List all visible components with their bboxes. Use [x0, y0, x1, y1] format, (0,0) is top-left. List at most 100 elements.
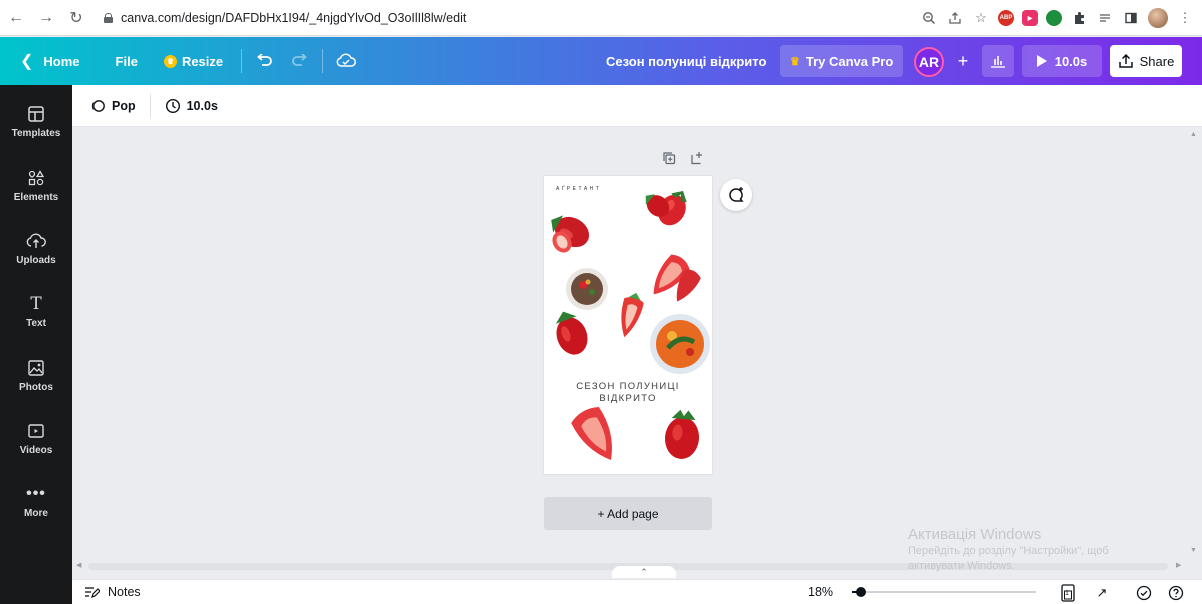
editor-footer: Notes 18% 1 ↗: [72, 579, 1202, 604]
try-canva-pro-button[interactable]: ♛ Try Canva Pro: [780, 45, 904, 77]
fullscreen-icon[interactable]: ↗: [1092, 583, 1112, 603]
sidebar-label: Text: [26, 317, 46, 329]
crown-icon: ♛: [790, 55, 800, 68]
play-button[interactable]: 10.0s: [1022, 45, 1102, 77]
resize-button[interactable]: ♛ Resize: [156, 45, 231, 77]
add-collaborator-icon[interactable]: +: [950, 47, 976, 75]
sidebar-item-text[interactable]: T Text: [0, 283, 72, 339]
duration-button[interactable]: 10.0s: [159, 94, 224, 118]
zoom-slider-handle[interactable]: [856, 587, 867, 597]
divider: [149, 93, 151, 118]
sidebar-label: Videos: [19, 444, 53, 456]
upload-icon: [1118, 53, 1133, 68]
profile-avatar[interactable]: [1148, 8, 1168, 28]
sidebar-item-videos[interactable]: Videos: [0, 410, 72, 466]
redo-icon[interactable]: [286, 48, 312, 74]
divider: [322, 49, 324, 73]
star-icon[interactable]: ☆: [972, 9, 990, 27]
sidebar-label: Templates: [11, 127, 61, 139]
add-page-button[interactable]: + Add page: [544, 497, 712, 530]
soup-bowl-image: [566, 268, 608, 310]
sidebar-item-elements[interactable]: Elements: [0, 157, 72, 213]
design-caption[interactable]: СЕЗОН ПОЛУНИЦІ ВІДКРИТО: [544, 381, 712, 405]
add-page-icon[interactable]: [690, 151, 704, 165]
scroll-up-icon[interactable]: ▲: [1190, 131, 1197, 138]
help-icon[interactable]: [1166, 583, 1186, 603]
insights-button[interactable]: [982, 45, 1014, 77]
expand-pages-button[interactable]: ⌃: [612, 566, 676, 578]
play-duration: 10.0s: [1054, 53, 1088, 69]
back-arrow-icon[interactable]: ←: [6, 8, 26, 28]
page-count-button[interactable]: 1: [1058, 583, 1078, 603]
page-tools: [662, 151, 704, 165]
resize-label: Resize: [181, 53, 224, 69]
uploads-icon: [25, 231, 47, 251]
reload-icon[interactable]: ↻: [66, 8, 86, 28]
video-ext-icon[interactable]: ▶: [1022, 10, 1038, 26]
divider: [241, 49, 243, 73]
zoom-level[interactable]: 18%: [808, 585, 833, 599]
duplicate-page-icon[interactable]: [662, 151, 676, 165]
comment-plus-icon: [729, 187, 744, 202]
sidebar-label: Elements: [13, 191, 59, 203]
file-menu-button[interactable]: File: [108, 45, 146, 77]
share-button[interactable]: Share: [1110, 45, 1182, 77]
share-icon[interactable]: [946, 9, 964, 27]
design-title[interactable]: Сезон полуниці відкрито: [600, 45, 772, 77]
cloud-saved-icon[interactable]: [333, 48, 359, 74]
menu-icon[interactable]: ⋮: [1176, 9, 1194, 27]
caption-line-1: СЕЗОН ПОЛУНИЦІ: [576, 381, 680, 392]
check-circle-icon[interactable]: [1134, 583, 1154, 603]
strawberry-half-image: [571, 406, 612, 460]
templates-icon: [25, 104, 47, 124]
home-label: Home: [43, 53, 80, 69]
bar-chart-icon: [991, 56, 1005, 68]
address-url: canva.com/design/DAFDbHx1I94/_4njgdYlvOd…: [121, 11, 467, 25]
canvas-area[interactable]: АҐРЕТАНТ СЕЗОН ПОЛУНИЦІ ВІДКРИТО + Add p…: [72, 127, 1186, 573]
side-panel-icon[interactable]: [1122, 9, 1140, 27]
lock-icon: [104, 13, 113, 23]
design-page[interactable]: АҐРЕТАНТ СЕЗОН ПОЛУНИЦІ ВІДКРИТО: [544, 176, 712, 474]
side-panel-nav: Templates Elements Uploads T Text Photos…: [0, 85, 72, 604]
strawberry-image: [555, 311, 588, 355]
caption-line-2: ВІДКРИТО: [599, 393, 657, 404]
editor-header: ❮ Home File ♛ Resize Сезон полуниці відк…: [0, 37, 1202, 85]
page-count: 1: [1065, 590, 1069, 597]
duration-label: 10.0s: [186, 98, 218, 113]
zoom-slider[interactable]: [852, 587, 1036, 597]
forward-arrow-icon[interactable]: →: [36, 8, 56, 28]
user-avatar[interactable]: AR: [914, 47, 944, 77]
scroll-down-icon[interactable]: ▼: [1190, 547, 1197, 554]
reading-list-icon[interactable]: [1096, 9, 1114, 27]
more-icon: •••: [26, 484, 46, 502]
address-bar[interactable]: canva.com/design/DAFDbHx1I94/_4njgdYlvOd…: [104, 6, 864, 30]
notes-button[interactable]: Notes: [84, 585, 141, 599]
browser-toolbar: ← → ↻ canva.com/design/DAFDbHx1I94/_4njg…: [0, 0, 1202, 36]
sidebar-item-uploads[interactable]: Uploads: [0, 220, 72, 276]
share-label: Share: [1139, 53, 1175, 69]
animate-button[interactable]: Pop: [84, 94, 142, 118]
adblock-icon[interactable]: ABP: [998, 10, 1014, 26]
context-toolbar: Pop 10.0s: [72, 85, 1202, 127]
home-button[interactable]: ❮ Home: [12, 45, 88, 77]
scroll-right-icon[interactable]: ▶: [1176, 561, 1181, 569]
sidebar-label: Uploads: [16, 254, 56, 266]
puzzle-icon[interactable]: [1070, 9, 1088, 27]
scroll-left-icon[interactable]: ◀: [76, 561, 81, 569]
sidebar-item-more[interactable]: ••• More: [0, 473, 72, 529]
animation-label: Pop: [112, 98, 136, 113]
sidebar-item-photos[interactable]: Photos: [0, 347, 72, 403]
play-icon: [1036, 55, 1047, 67]
photos-icon: [25, 358, 47, 378]
strawberry-slice-image: [621, 292, 644, 338]
vertical-scrollbar[interactable]: ▲ ▼: [1186, 127, 1202, 573]
notes-label: Notes: [108, 585, 141, 599]
notes-icon: [85, 587, 100, 598]
undo-icon[interactable]: [252, 48, 278, 74]
green-ext-icon[interactable]: [1046, 10, 1062, 26]
zoom-icon[interactable]: [920, 9, 938, 27]
sidebar-item-templates[interactable]: Templates: [0, 93, 72, 149]
add-comment-button[interactable]: [720, 179, 752, 211]
browser-actions: ☆ ABP ▶ ⋮: [920, 6, 1194, 30]
file-label: File: [115, 53, 138, 69]
